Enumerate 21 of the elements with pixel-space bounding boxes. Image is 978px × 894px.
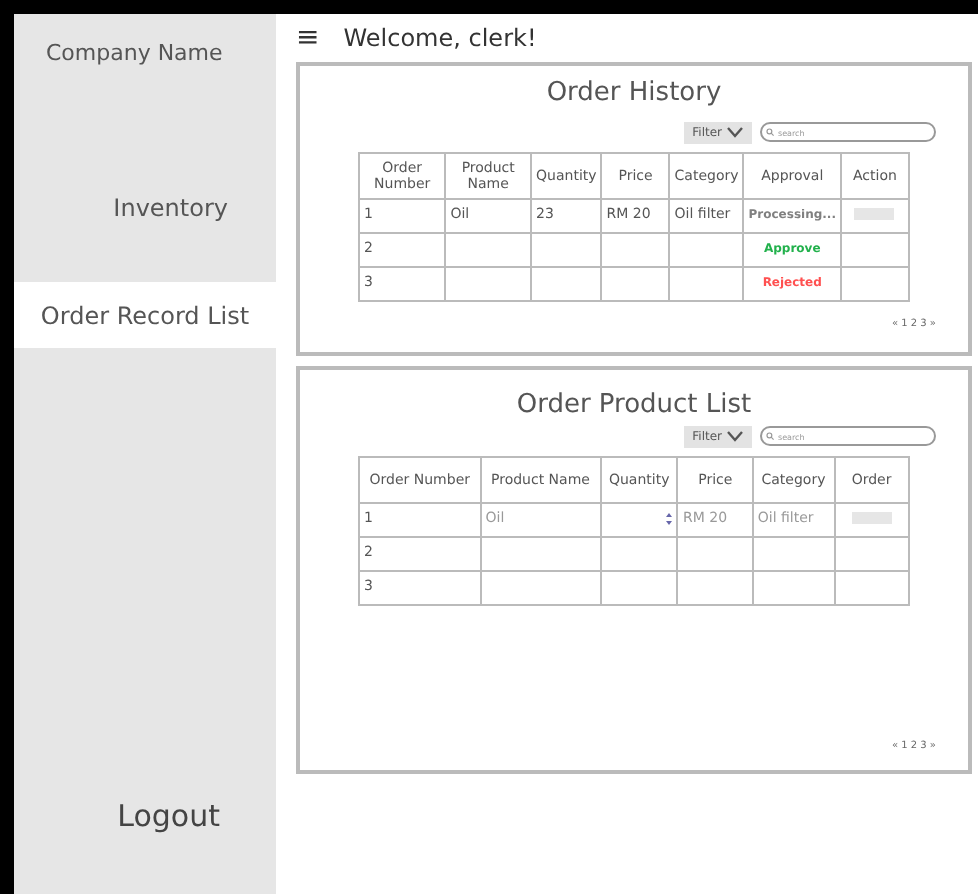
menu-icon[interactable]: ≡ [296, 24, 320, 52]
greeting: Welcome, clerk! [343, 22, 537, 56]
table-cell [531, 232, 602, 266]
table-cell [601, 232, 670, 266]
action-button[interactable] [854, 208, 895, 221]
search-icon [766, 432, 774, 440]
table-cell [531, 266, 602, 300]
spinner-icon[interactable] [666, 511, 673, 526]
table-cell [445, 232, 532, 266]
search-icon [766, 128, 774, 136]
logout-button[interactable]: Logout [14, 793, 276, 838]
nav-item[interactable]: Order Record List [14, 282, 276, 348]
table-cell [601, 266, 670, 300]
chevron-down-icon [726, 126, 744, 138]
table-cell [445, 266, 532, 300]
panel-title: Order History [544, 76, 724, 112]
panel-title: Order Product List [514, 388, 754, 424]
order-button[interactable] [851, 512, 892, 525]
company-name: Company Name [44, 38, 225, 70]
nav-item[interactable]: Inventory [14, 134, 276, 282]
chevron-down-icon [726, 430, 744, 442]
